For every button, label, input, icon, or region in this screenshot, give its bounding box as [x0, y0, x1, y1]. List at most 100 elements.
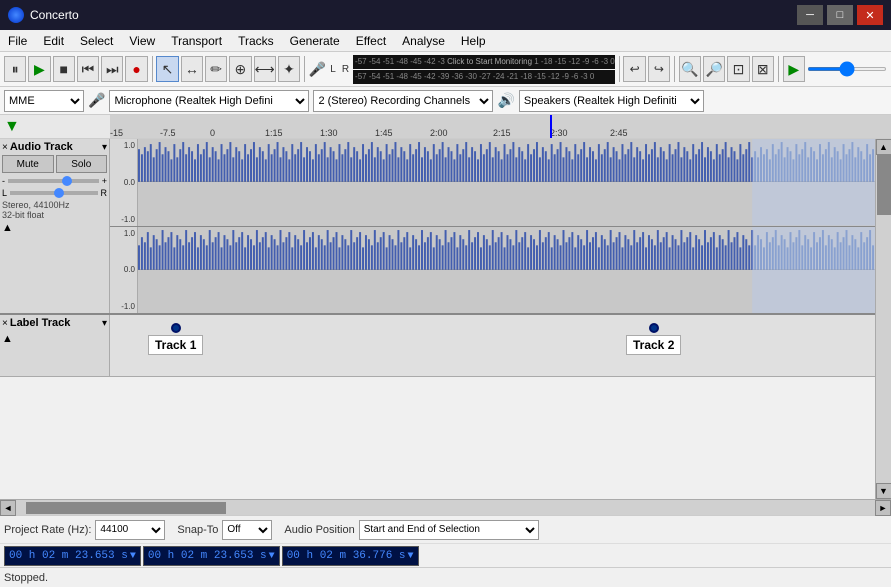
timeline-ruler[interactable]: -15 -7.5 0 1:15 1:30 1:45 2:00 2:15 2:30… — [110, 115, 891, 138]
undo-button[interactable]: ↩ — [623, 56, 645, 82]
skip-start-button[interactable]: ⏮ — [77, 56, 99, 82]
waveform-display-1[interactable] — [138, 139, 875, 226]
pan-right-label: R — [101, 188, 108, 198]
input-level-label: L — [330, 64, 336, 75]
audio-track-expand[interactable]: ▾ — [102, 142, 107, 153]
audio-track-header: × Audio Track ▾ Mute Solo - + L — [0, 139, 110, 313]
solo-button[interactable]: Solo — [56, 155, 108, 173]
zoom-fit-button[interactable]: ⊠ — [752, 56, 774, 82]
audio-track-close[interactable]: × — [2, 142, 8, 153]
gain-slider-thumb[interactable] — [62, 176, 72, 186]
channel-1: 1.0 0.0 -1.0 — [110, 139, 875, 227]
speaker-select[interactable]: Speakers (Realtek High Definiti — [519, 90, 704, 112]
timeline[interactable]: ▼ -15 -7.5 0 1:15 1:30 1:45 2:00 2:15 2:… — [0, 115, 891, 139]
channels-select[interactable]: 2 (Stereo) Recording Channels — [313, 90, 493, 112]
vu-meter-top: -57 -54 -51 -48 -45 -42 -3 Click to Star… — [353, 55, 615, 69]
pan-slider-track[interactable] — [10, 191, 97, 195]
track-header-row: × Audio Track ▾ — [2, 141, 107, 153]
status-text: Stopped. — [4, 572, 48, 584]
play-button[interactable]: ▶ — [28, 56, 50, 82]
selection-format-select[interactable]: Start and End of Selection — [359, 520, 539, 540]
record-button[interactable]: ● — [125, 56, 147, 82]
label-track-menu-arrow[interactable]: ▲ — [2, 333, 107, 345]
app-icon — [8, 7, 24, 23]
menu-select[interactable]: Select — [72, 32, 121, 50]
zoom-in-button[interactable]: 🔍 — [679, 56, 701, 82]
tracks-and-scroll: × Audio Track ▾ Mute Solo - + L — [0, 139, 875, 499]
gain-row: - + — [2, 176, 107, 186]
label-track-expand[interactable]: ▾ — [102, 318, 107, 329]
scroll-thumb[interactable] — [877, 155, 891, 215]
speed-slider[interactable] — [807, 67, 887, 71]
zoom-sel-button[interactable]: ⊡ — [727, 56, 749, 82]
menu-edit[interactable]: Edit — [35, 32, 72, 50]
toolbar-area: ⏸ ▶ ■ ⏮ ⏭ ● ↖ ↔ ✏ ⊕ ⟷ ✦ 🎤 L R -57 -54 -5… — [0, 52, 891, 87]
window-controls: ─ □ ✕ — [797, 5, 883, 25]
menu-effect[interactable]: Effect — [348, 32, 394, 50]
draw-tool[interactable]: ✏ — [205, 56, 227, 82]
scale-bot-1: -1.0 — [121, 215, 135, 224]
bottom-bar: Project Rate (Hz): 44100 Snap-To Off Aud… — [0, 515, 891, 567]
mark-130: 1:30 — [320, 128, 338, 138]
scroll-left-arrow[interactable]: ◄ — [0, 500, 16, 516]
mark-230: 2:30 — [550, 128, 568, 138]
maximize-button[interactable]: □ — [827, 5, 853, 25]
bottom-row-2: 00 h 02 m 23.653 s ▼ 00 h 02 m 23.653 s … — [0, 544, 891, 568]
mute-button[interactable]: Mute — [2, 155, 54, 173]
zoom-tool[interactable]: ⊕ — [229, 56, 251, 82]
scale-top-1: 1.0 — [124, 141, 135, 150]
gain-max-label: + — [102, 176, 107, 186]
label-marker-2[interactable]: Track 2 — [626, 323, 681, 355]
redo-button[interactable]: ↪ — [648, 56, 670, 82]
channel-2: 1.0 0.0 -1.0 — [110, 227, 875, 314]
timeshift-tool[interactable]: ⟷ — [254, 56, 276, 82]
device-row: MME 🎤 Microphone (Realtek High Defini 2 … — [0, 87, 891, 115]
select-tool[interactable]: ↖ — [156, 56, 178, 82]
label-track-content[interactable]: Track 1 Track 2 — [110, 315, 875, 376]
gain-slider-track[interactable] — [8, 179, 99, 183]
scroll-down-arrow[interactable]: ▼ — [876, 483, 891, 499]
track-menu-arrow[interactable]: ▲ — [2, 222, 107, 234]
menu-generate[interactable]: Generate — [282, 32, 348, 50]
menu-view[interactable]: View — [121, 32, 163, 50]
waveform-bars-top — [138, 142, 753, 182]
pos1-dropdown[interactable]: ▼ — [130, 551, 136, 562]
pause-button[interactable]: ⏸ — [4, 56, 26, 82]
project-rate-select[interactable]: 44100 — [95, 520, 165, 540]
y-scale-1: 1.0 0.0 -1.0 — [110, 139, 138, 226]
scroll-up-arrow[interactable]: ▲ — [876, 139, 891, 155]
y-scale-2: 1.0 0.0 -1.0 — [110, 227, 138, 314]
horizontal-scrollbar[interactable]: ◄ ► — [0, 499, 891, 515]
mark-n15: -15 — [110, 128, 123, 138]
menu-file[interactable]: File — [0, 32, 35, 50]
menu-help[interactable]: Help — [453, 32, 494, 50]
pan-slider-thumb[interactable] — [54, 188, 64, 198]
scroll-right-arrow[interactable]: ► — [875, 500, 891, 516]
snap-to-select[interactable]: Off — [222, 520, 272, 540]
vu-scale-top: -57 -54 -51 -48 -45 -42 -3 Click to Star… — [353, 57, 615, 66]
sep-4 — [674, 56, 675, 82]
audio-track-info: Stereo, 44100Hz 32-bit float — [2, 200, 107, 220]
close-button[interactable]: ✕ — [857, 5, 883, 25]
sep-5 — [778, 56, 779, 82]
microphone-select[interactable]: Microphone (Realtek High Defini — [109, 90, 309, 112]
stop-button[interactable]: ■ — [53, 56, 75, 82]
minimize-button[interactable]: ─ — [797, 5, 823, 25]
envelope-tool[interactable]: ↔ — [181, 56, 203, 82]
vertical-scrollbar[interactable]: ▲ ▼ — [875, 139, 891, 499]
position-display-2: 00 h 02 m 23.653 s ▼ — [143, 546, 280, 566]
label-track-close[interactable]: × — [2, 318, 8, 329]
menu-analyse[interactable]: Analyse — [394, 32, 453, 50]
zoom-out-button[interactable]: 🔎 — [703, 56, 725, 82]
label-marker-1[interactable]: Track 1 — [148, 323, 203, 355]
multi-tool[interactable]: ✦ — [278, 56, 300, 82]
pos2-dropdown[interactable]: ▼ — [269, 551, 275, 562]
host-select[interactable]: MME — [4, 90, 84, 112]
skip-end-button[interactable]: ⏭ — [101, 56, 123, 82]
waveform-display-2[interactable] — [138, 227, 875, 314]
menu-tracks[interactable]: Tracks — [230, 32, 282, 50]
h-scroll-thumb[interactable] — [26, 502, 226, 514]
pos3-dropdown[interactable]: ▼ — [408, 551, 414, 562]
play-speed-button[interactable]: ▶ — [783, 56, 805, 82]
menu-transport[interactable]: Transport — [163, 32, 230, 50]
